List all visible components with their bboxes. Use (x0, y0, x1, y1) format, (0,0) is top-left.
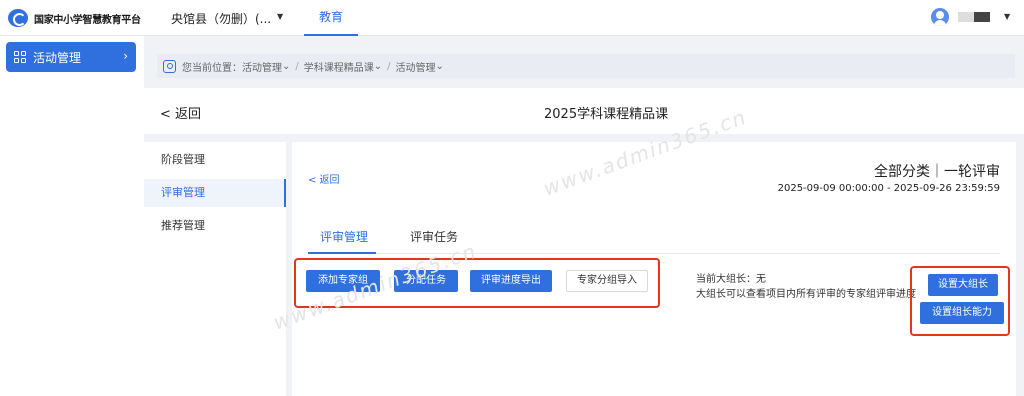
back-button[interactable]: < 返回 (160, 103, 201, 122)
breadcrumb-item[interactable]: 活动管理 (242, 59, 282, 74)
tab-bar: 评审管理 评审任务 (308, 222, 1000, 254)
sub-menu: 阶段管理 评审管理 推荐管理 (144, 142, 286, 396)
county-selector[interactable]: 央馆县（勿删）(... (171, 10, 271, 27)
menu-item-recommend[interactable]: 推荐管理 (144, 212, 286, 240)
platform-logo[interactable]: 国家中小学智慧教育平台 (8, 9, 141, 27)
date-range: 2025-09-09 00:00:00 - 2025-09-26 23:59:5… (777, 183, 1000, 194)
user-avatar-icon[interactable] (931, 8, 949, 26)
set-leader-button[interactable]: 设置大组长 (928, 274, 998, 296)
sidebar-item-activity-management[interactable]: 活动管理 › (6, 42, 136, 72)
user-menu-caret-icon[interactable]: ▼ (1004, 12, 1010, 21)
page-title: 2025学科课程精品课 (544, 107, 669, 122)
sidebar-item-label: 活动管理 (33, 50, 82, 65)
top-bar: 国家中小学智慧教育平台 央馆县（勿删）(... ▼ 教育 ▼ (0, 0, 1024, 36)
tab-review-tasks[interactable]: 评审任务 (410, 228, 458, 245)
content-back-link[interactable]: < 返回 (308, 171, 340, 186)
leader-note: 大组长可以查看项目内所有评审的专家组评审进度 (696, 289, 916, 300)
tab-review-management[interactable]: 评审管理 (320, 228, 368, 245)
breadcrumb: 您当前位置： 活动管理 ⌄ / 学科课程精品课 ⌄ / 活动管理 ⌄ (157, 54, 1015, 78)
leader-info: 当前大组长：无 大组长可以查看项目内所有评审的专家组评审进度 (696, 272, 918, 302)
chevron-right-icon: › (123, 49, 128, 63)
menu-item-review[interactable]: 评审管理 (144, 179, 286, 207)
breadcrumb-separator: / (387, 60, 391, 72)
chevron-down-icon[interactable]: ⌄ (436, 61, 444, 72)
import-groups-button[interactable]: 专家分组导入 (566, 270, 648, 292)
menu-item-stage[interactable]: 阶段管理 (144, 146, 286, 174)
location-icon (163, 59, 176, 73)
current-leader-label: 当前大组长：无 (696, 274, 766, 285)
category-title: 全部分类｜一轮评审 (874, 164, 1000, 180)
caret-down-icon[interactable]: ▼ (277, 12, 283, 21)
chevron-down-icon[interactable]: ⌄ (374, 61, 382, 72)
page-header: < 返回 2025学科课程精品课 (144, 88, 1024, 134)
grid-icon (14, 51, 26, 63)
user-name[interactable] (958, 12, 990, 22)
chevron-down-icon[interactable]: ⌄ (282, 61, 290, 72)
set-leader-ability-button[interactable]: 设置组长能力 (920, 302, 1004, 324)
breadcrumb-item[interactable]: 学科课程精品课 (304, 59, 374, 74)
platform-logo-icon (8, 9, 28, 27)
export-progress-button[interactable]: 评审进度导出 (470, 270, 552, 292)
breadcrumb-item[interactable]: 活动管理 (396, 59, 436, 74)
active-tab-indicator (308, 252, 376, 254)
breadcrumb-separator: / (295, 60, 299, 72)
breadcrumb-prefix: 您当前位置： (182, 62, 242, 74)
platform-name: 国家中小学智慧教育平台 (34, 14, 141, 26)
nav-education[interactable]: 教育 (304, 0, 358, 36)
sidebar: 活动管理 › (0, 36, 144, 396)
